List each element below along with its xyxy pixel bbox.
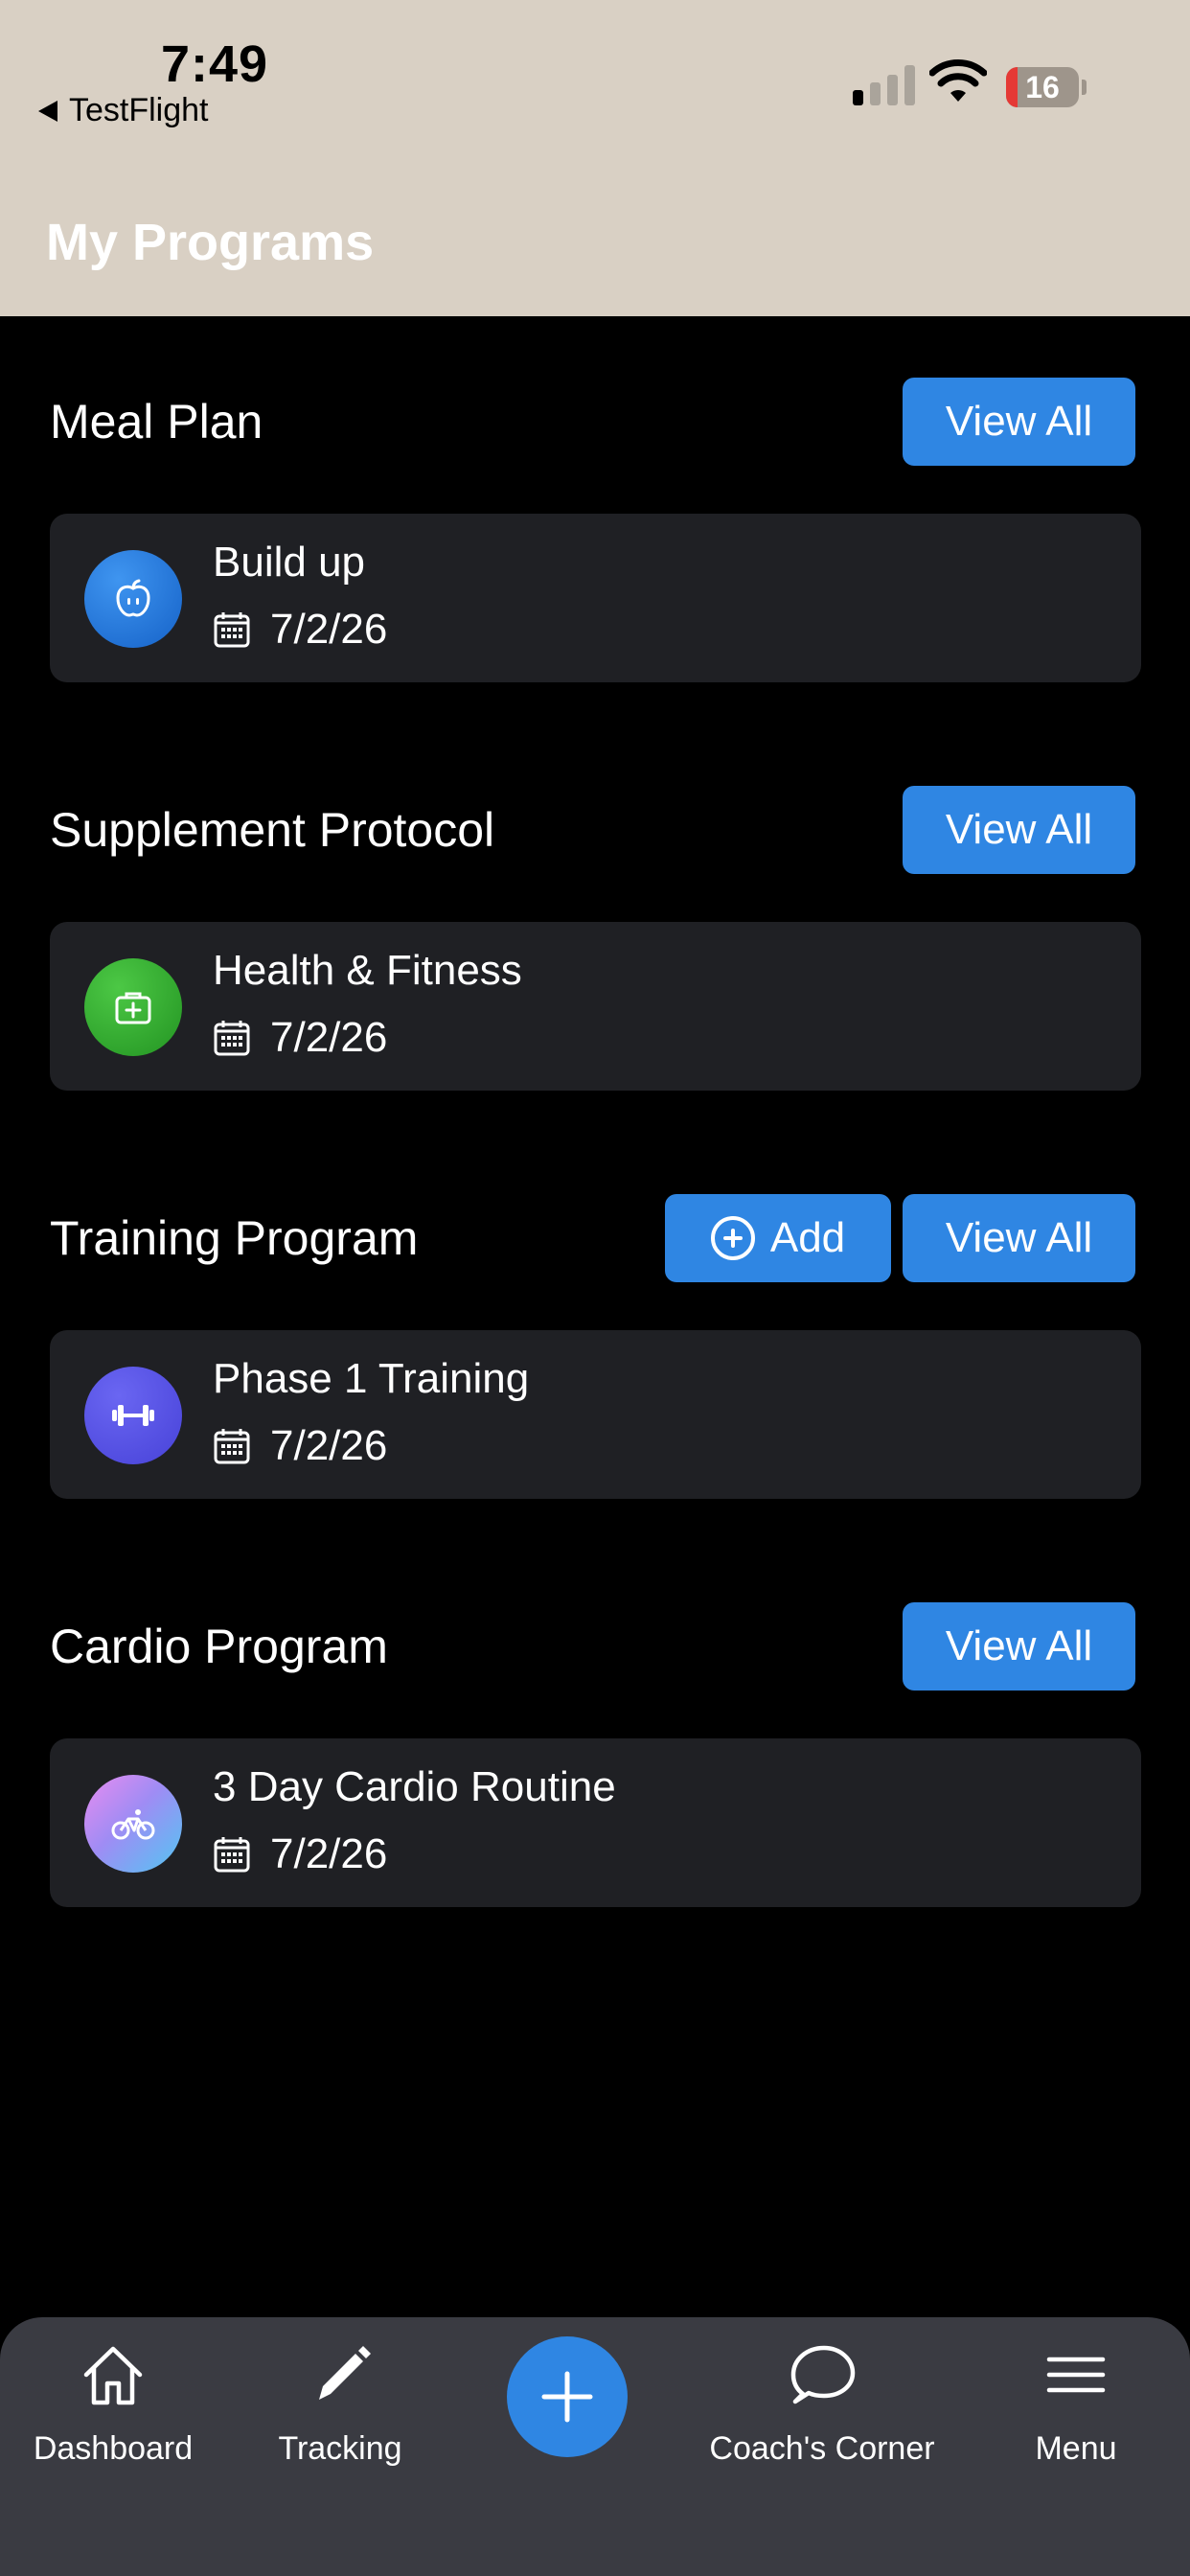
page-title: My Programs: [46, 214, 375, 271]
back-arrow-icon: [38, 100, 57, 122]
add-circle-icon: [710, 1216, 755, 1260]
program-date-text: 7/2/26: [270, 1014, 388, 1061]
program-date: 7/2/26: [213, 1830, 387, 1878]
plus-icon: [541, 2371, 593, 2423]
calendar-icon: [214, 612, 250, 648]
hamburger-menu-icon: [1045, 2336, 1107, 2413]
view-all-button[interactable]: View All: [903, 378, 1135, 466]
section-title: Cardio Program: [50, 1620, 388, 1673]
medical-kit-icon: [84, 958, 182, 1056]
tab-dashboard[interactable]: Dashboard: [19, 2336, 207, 2468]
pencil-icon: [306, 2336, 375, 2413]
program-date-text: 7/2/26: [270, 1830, 388, 1877]
tab-label: Menu: [1035, 2430, 1117, 2467]
program-name: Phase 1 Training: [213, 1355, 530, 1402]
status-time: 7:49: [161, 35, 269, 93]
my-programs-screen: 7:49 TestFlight 16 My Programs Meal Plan…: [0, 0, 1190, 2576]
program-name: Build up: [213, 539, 366, 586]
program-card[interactable]: 3 Day Cardio Routine 7/2/26: [50, 1738, 1141, 1907]
section-title: Supplement Protocol: [50, 803, 495, 857]
program-date: 7/2/26: [213, 1422, 387, 1470]
tab-coachs-corner[interactable]: Coach's Corner: [688, 2336, 956, 2468]
tab-label: Dashboard: [33, 2430, 194, 2467]
wifi-icon: [928, 59, 988, 108]
tab-label: Tracking: [278, 2430, 402, 2467]
apple-icon: [84, 550, 182, 648]
battery-level: 16: [1025, 70, 1060, 104]
program-date-text: 7/2/26: [270, 1422, 388, 1469]
add-button-label: Add: [769, 1214, 846, 1261]
program-date: 7/2/26: [213, 606, 387, 654]
program-card[interactable]: Build up 7/2/26: [50, 514, 1141, 682]
tab-menu[interactable]: Menu: [1006, 2336, 1146, 2468]
program-date: 7/2/26: [213, 1014, 387, 1062]
tab-label: Coach's Corner: [709, 2430, 935, 2467]
program-card[interactable]: Health & Fitness 7/2/26: [50, 922, 1141, 1091]
view-all-button[interactable]: View All: [903, 786, 1135, 874]
section-title: Training Program: [50, 1211, 419, 1265]
view-all-button[interactable]: View All: [903, 1602, 1135, 1690]
section-title: Meal Plan: [50, 395, 263, 448]
add-action-button[interactable]: [507, 2336, 628, 2457]
battery-icon: 16: [1006, 67, 1087, 107]
bottom-tab-bar: Dashboard Tracking Coach's Corner Menu: [0, 2317, 1190, 2576]
cellular-signal-icon: [853, 63, 915, 105]
calendar-icon: [214, 1021, 250, 1056]
add-program-button[interactable]: Add: [665, 1194, 891, 1282]
bicycle-icon: [84, 1775, 182, 1873]
back-to-testflight[interactable]: TestFlight: [38, 92, 209, 129]
tab-tracking[interactable]: Tracking: [259, 2336, 422, 2468]
view-all-button[interactable]: View All: [903, 1194, 1135, 1282]
program-card[interactable]: Phase 1 Training 7/2/26: [50, 1330, 1141, 1499]
dumbbell-icon: [84, 1367, 182, 1464]
header: 7:49 TestFlight 16 My Programs: [0, 0, 1190, 316]
program-date-text: 7/2/26: [270, 606, 388, 653]
home-icon: [79, 2336, 148, 2413]
calendar-icon: [214, 1429, 250, 1464]
back-app-label: TestFlight: [69, 92, 209, 128]
program-name: 3 Day Cardio Routine: [213, 1763, 616, 1810]
calendar-icon: [214, 1837, 250, 1873]
program-name: Health & Fitness: [213, 947, 522, 994]
chat-bubble-icon: [786, 2336, 858, 2413]
